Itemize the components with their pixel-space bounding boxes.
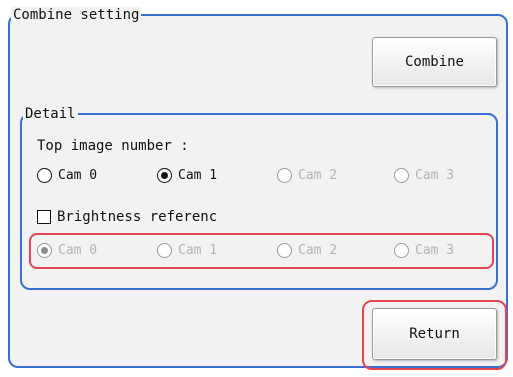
brightness-radio-cam2[interactable]: Cam 2 (277, 243, 337, 258)
detail-title: Detail (23, 106, 78, 122)
top-image-radio-cam0[interactable]: Cam 0 (37, 168, 97, 183)
radio-selected-icon (157, 168, 172, 183)
radio-label: Cam 2 (298, 243, 338, 258)
top-image-radio-cam2[interactable]: Cam 2 (277, 168, 337, 183)
brightness-radio-cam0[interactable]: Cam 0 (37, 243, 97, 258)
radio-label: Cam 1 (178, 168, 218, 183)
radio-label: Cam 2 (298, 168, 338, 183)
radio-unselected-icon (394, 243, 409, 258)
combine-setting-title: Combine setting (11, 7, 142, 23)
radio-unselected-icon (394, 168, 409, 183)
brightness-reference-label: Brightness referenc (57, 209, 218, 225)
brightness-reference-checkbox[interactable] (37, 210, 51, 224)
brightness-radio-cam1[interactable]: Cam 1 (157, 243, 217, 258)
radio-label: Cam 3 (415, 168, 455, 183)
radio-label: Cam 3 (415, 243, 455, 258)
radio-label: Cam 0 (58, 243, 98, 258)
radio-unselected-icon (277, 243, 292, 258)
radio-selected-icon (37, 243, 52, 258)
radio-label: Cam 1 (178, 243, 218, 258)
top-image-number-label: Top image number : (37, 138, 189, 154)
return-button[interactable]: Return (372, 308, 497, 360)
combine-button[interactable]: Combine (372, 37, 497, 87)
top-image-radio-cam3[interactable]: Cam 3 (394, 168, 454, 183)
top-image-radio-cam1[interactable]: Cam 1 (157, 168, 217, 183)
radio-unselected-icon (277, 168, 292, 183)
radio-label: Cam 0 (58, 168, 98, 183)
radio-unselected-icon (157, 243, 172, 258)
radio-unselected-icon (37, 168, 52, 183)
brightness-radio-cam3[interactable]: Cam 3 (394, 243, 454, 258)
